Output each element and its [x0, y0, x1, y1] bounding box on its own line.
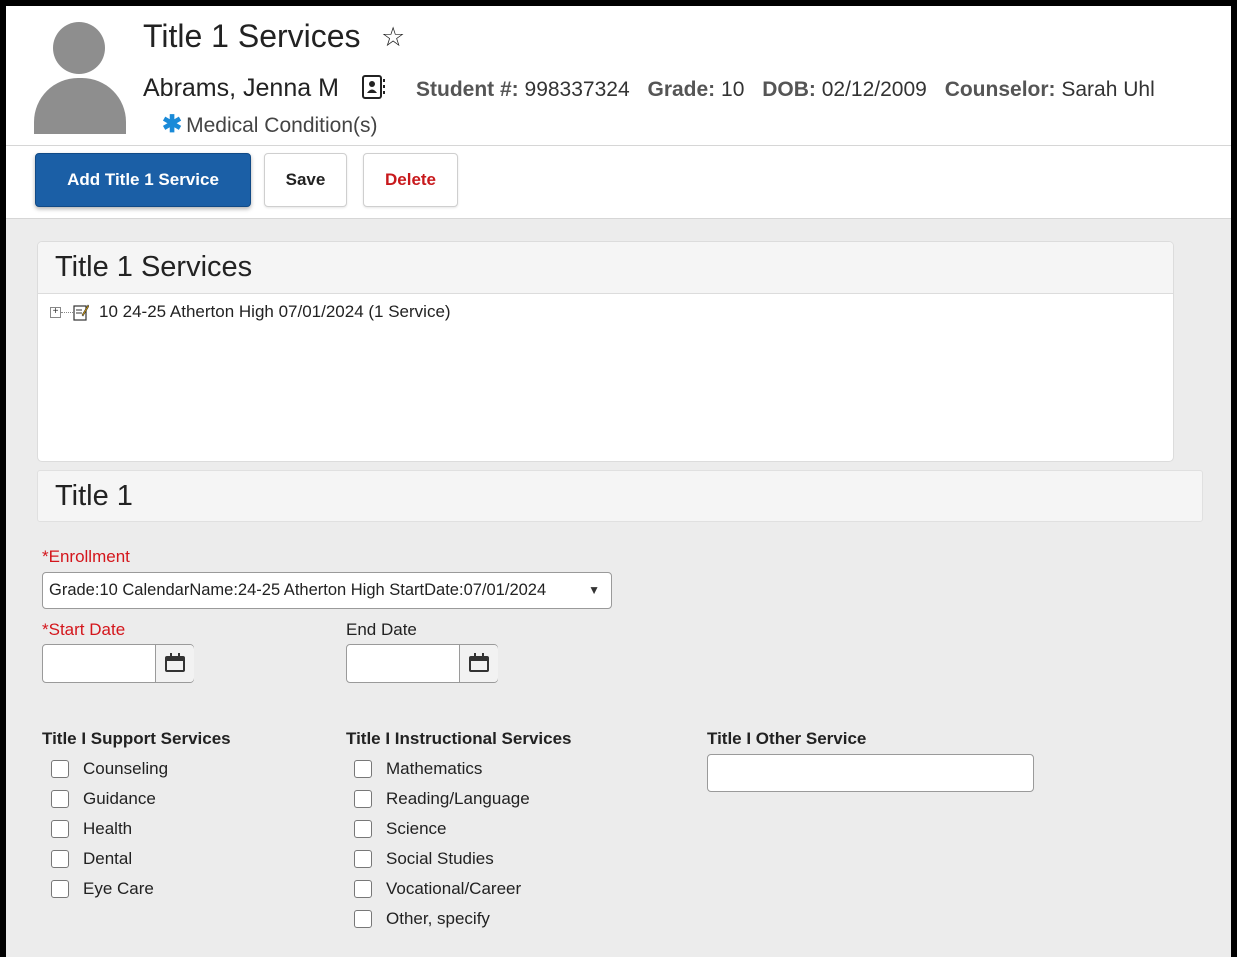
- dob-value: 02/12/2009: [821, 78, 927, 101]
- title1-services-panel: Title 1 Services + 10 24-25 Atherton Hig…: [37, 241, 1174, 462]
- checkbox-label: Other, specify: [386, 909, 490, 928]
- checkbox[interactable]: [51, 790, 69, 808]
- checkbox-reading-language[interactable]: Reading/Language: [354, 789, 530, 809]
- start-date-input[interactable]: [43, 645, 155, 682]
- checkbox[interactable]: [51, 880, 69, 898]
- caret-down-icon: ▼: [588, 583, 600, 597]
- checkbox-social-studies[interactable]: Social Studies: [354, 849, 494, 869]
- start-date-label: *Start Date: [42, 620, 126, 639]
- calendar-icon: [165, 652, 185, 672]
- instructional-services-heading: Title I Instructional Services: [346, 729, 572, 748]
- checkbox[interactable]: [51, 850, 69, 868]
- delete-button[interactable]: Delete: [363, 153, 458, 207]
- checkbox[interactable]: [354, 820, 372, 838]
- checkbox-other-specify[interactable]: Other, specify: [354, 909, 490, 929]
- plus-box-icon[interactable]: +: [50, 306, 61, 318]
- checkbox-label: Mathematics: [386, 759, 483, 778]
- end-date-label: End Date: [346, 620, 417, 639]
- student-name: Abrams, Jenna M: [143, 74, 339, 102]
- medical-label: Medical Condition(s): [186, 114, 378, 137]
- checkbox-eye-care[interactable]: Eye Care: [51, 879, 154, 899]
- start-date-calendar-button[interactable]: [155, 645, 194, 682]
- title1-heading: Title 1: [37, 470, 1203, 522]
- checkbox-health[interactable]: Health: [51, 819, 132, 839]
- action-toolbar: Add Title 1 Service Save Delete: [6, 146, 1231, 219]
- checkbox-counseling[interactable]: Counseling: [51, 759, 168, 779]
- enrollment-label: *Enrollment: [42, 547, 130, 566]
- end-date-calendar-button[interactable]: [459, 645, 498, 682]
- checkbox-label: Science: [386, 819, 447, 838]
- start-date-field: [42, 644, 194, 683]
- dob-label: DOB:: [762, 78, 816, 101]
- checkbox-label: Health: [83, 819, 133, 838]
- checkbox[interactable]: [354, 760, 372, 778]
- grade-label: Grade:: [647, 78, 716, 101]
- tree-item-label[interactable]: 10 24-25 Atherton High 07/01/2024 (1 Ser…: [99, 302, 451, 322]
- checkbox-science[interactable]: Science: [354, 819, 446, 839]
- checkbox[interactable]: [354, 880, 372, 898]
- notepad-icon: [73, 304, 89, 321]
- checkbox[interactable]: [51, 820, 69, 838]
- page-title: Title 1 Services: [143, 18, 361, 54]
- checkbox[interactable]: [354, 910, 372, 928]
- checkbox[interactable]: [354, 850, 372, 868]
- checkbox-label: Counseling: [83, 759, 169, 778]
- end-date-input[interactable]: [347, 645, 459, 682]
- checkbox-guidance[interactable]: Guidance: [51, 789, 156, 809]
- tree-connector: [61, 311, 73, 313]
- checkbox[interactable]: [354, 790, 372, 808]
- checkbox-dental[interactable]: Dental: [51, 849, 132, 869]
- asterisk-icon: ✱: [162, 111, 183, 138]
- checkbox-label: Vocational/Career: [386, 879, 522, 898]
- student-header: Title 1 Services ☆ Abrams, Jenna M Stude…: [6, 6, 1231, 146]
- checkbox-vocational-career[interactable]: Vocational/Career: [354, 879, 521, 899]
- save-button[interactable]: Save: [264, 153, 347, 207]
- avatar: [34, 22, 126, 134]
- counselor-label: Counselor:: [944, 78, 1056, 101]
- checkbox-label: Eye Care: [83, 879, 154, 898]
- app-frame: Title 1 Services ☆ Abrams, Jenna M Stude…: [6, 6, 1231, 957]
- checkbox-mathematics[interactable]: Mathematics: [354, 759, 482, 779]
- tree-item[interactable]: + 10 24-25 Atherton High 07/01/2024 (1 S…: [50, 302, 451, 322]
- checkbox-label: Guidance: [83, 789, 156, 808]
- calendar-icon: [469, 652, 489, 672]
- checkbox-label: Reading/Language: [386, 789, 530, 808]
- end-date-field: [346, 644, 498, 683]
- enrollment-select[interactable]: Grade:10 CalendarName:24-25 Atherton Hig…: [42, 572, 612, 609]
- other-service-input[interactable]: [707, 754, 1034, 792]
- other-service-heading: Title I Other Service: [707, 729, 867, 748]
- student-number-label: Student #:: [416, 78, 519, 101]
- medical-condition-link[interactable]: ✱ Medical Condition(s): [162, 110, 378, 139]
- grade-value: 10: [721, 78, 745, 101]
- services-panel-heading: Title 1 Services: [38, 242, 1173, 294]
- student-meta: Student #: 998337324 Grade: 10 DOB: 02/1…: [416, 78, 1155, 102]
- counselor-value: Sarah Uhl: [1061, 78, 1155, 101]
- checkbox-label: Social Studies: [386, 849, 494, 868]
- support-services-heading: Title I Support Services: [42, 729, 231, 748]
- checkbox-label: Dental: [83, 849, 133, 868]
- star-icon[interactable]: ☆: [381, 22, 405, 53]
- contact-card-icon[interactable]: [362, 75, 386, 99]
- add-title1-service-button[interactable]: Add Title 1 Service: [35, 153, 251, 207]
- enrollment-value: Grade:10 CalendarName:24-25 Atherton Hig…: [49, 581, 547, 599]
- student-number: 998337324: [524, 78, 630, 101]
- checkbox[interactable]: [51, 760, 69, 778]
